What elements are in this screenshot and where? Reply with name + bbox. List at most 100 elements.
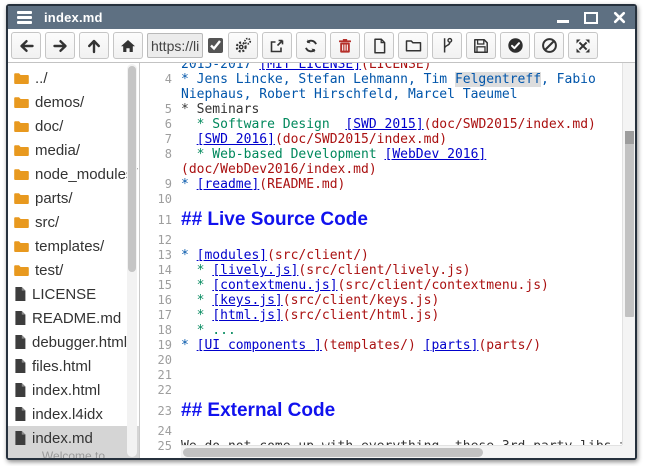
line-content: * Software Design [SWD 2015](doc/SWD2015… (181, 117, 622, 132)
sidebar-item-doc[interactable]: doc/ (8, 114, 139, 138)
line-number: 7 (140, 132, 181, 147)
editor-line-12: 12 (140, 233, 622, 248)
editor-line-10: 10 (140, 192, 622, 207)
editor-line-13: 13* [modules](src/client/) (140, 248, 622, 263)
markdown-editor[interactable]: 2015-2017 [MIT LICENSE](LICENSE)4* Jens … (140, 63, 635, 458)
sidebar-item-readme.md[interactable]: README.md (8, 306, 139, 330)
new-file-button[interactable] (364, 32, 394, 59)
cancel-button[interactable] (534, 32, 564, 59)
line-number: 12 (140, 233, 181, 248)
line-number: 9 (140, 177, 181, 192)
line-content (181, 353, 622, 368)
sidebar-item-files.html[interactable]: files.html (8, 354, 139, 378)
external-link-icon (269, 38, 285, 54)
settings-button[interactable] (228, 32, 258, 59)
sidebar-item-index.l4idx[interactable]: index.l4idx (8, 402, 139, 426)
file-icon (372, 38, 387, 54)
file-label: media/ (35, 142, 80, 159)
editor-vertical-scrollbar-thumb[interactable] (625, 131, 634, 317)
line-number: 20 (140, 353, 181, 368)
title-bar: index.md (8, 6, 635, 29)
folder-icon (13, 239, 30, 254)
maximize-button[interactable] (584, 12, 598, 24)
file-label: test/ (35, 262, 63, 279)
line-content: 2015-2017 [MIT LICENSE](LICENSE) (181, 63, 622, 72)
editor-wrapped-line: Niephaus, Robert Hirschfeld, Marcel Taeu… (140, 87, 622, 102)
line-content: * [lively.js](src/client/lively.js) (181, 263, 622, 278)
line-content (181, 424, 622, 439)
code-area[interactable]: 2015-2017 [MIT LICENSE](LICENSE)4* Jens … (140, 63, 622, 454)
file-label: debugger.html (32, 334, 127, 351)
line-content: * [UI components ](templates/) [parts](p… (181, 338, 622, 353)
minimize-button[interactable] (556, 12, 570, 24)
git-branch-icon (440, 37, 454, 54)
auto-update-checkbox[interactable] (208, 38, 223, 53)
delete-button[interactable] (330, 32, 360, 59)
file-icon (13, 310, 27, 326)
line-content: Niephaus, Robert Hirschfeld, Marcel Taeu… (181, 87, 622, 102)
arrow-left-icon (18, 38, 35, 54)
line-content (181, 233, 622, 248)
sidebar-item-templates[interactable]: templates/ (8, 234, 139, 258)
forward-button[interactable] (45, 32, 75, 59)
home-button[interactable] (113, 32, 143, 59)
back-button[interactable] (11, 32, 41, 59)
sidebar-item-media[interactable]: media/ (8, 138, 139, 162)
url-input[interactable] (147, 33, 203, 58)
gears-icon (234, 37, 252, 54)
sidebar-item-parts[interactable]: parts/ (8, 186, 139, 210)
arrow-up-icon (86, 38, 102, 54)
folder-icon (13, 143, 30, 158)
fullscreen-button[interactable] (568, 32, 598, 59)
line-number: 15 (140, 278, 181, 293)
line-content: * [readme](README.md) (181, 177, 622, 192)
folder-icon (13, 215, 30, 230)
sidebar-item-index.html[interactable]: index.html (8, 378, 139, 402)
accept-button[interactable] (500, 32, 530, 59)
file-icon (13, 430, 27, 446)
sidebar-scrollbar[interactable] (127, 64, 137, 457)
trash-icon (338, 38, 352, 54)
sidebar-item-src[interactable]: src/ (8, 210, 139, 234)
sidebar-item-debugger.html[interactable]: debugger.html (8, 330, 139, 354)
editor-line-7: 7 [SWD 2016](doc/SWD2015/index.md) (140, 132, 622, 147)
floppy-icon (473, 38, 489, 54)
line-content: * [modules](src/client/) (181, 248, 622, 263)
line-number (140, 63, 181, 72)
save-button[interactable] (466, 32, 496, 59)
sidebar-item-demos[interactable]: demos/ (8, 90, 139, 114)
editor-line-11: 11## Live Source Code (140, 207, 622, 233)
line-content: * [contextmenu.js](src/client/contextmen… (181, 278, 622, 293)
line-content: * Seminars (181, 102, 622, 117)
open-external-button[interactable] (262, 32, 292, 59)
menu-icon[interactable] (15, 9, 34, 26)
new-folder-button[interactable] (398, 32, 428, 59)
close-button[interactable] (612, 12, 626, 24)
close-icon (613, 11, 626, 24)
editor-horizontal-scrollbar-thumb[interactable] (183, 448, 483, 457)
line-number: 13 (140, 248, 181, 263)
editor-line-20: 20 (140, 353, 622, 368)
folder-icon (13, 119, 30, 134)
up-button[interactable] (79, 32, 109, 59)
sidebar-item-test[interactable]: test/ (8, 258, 139, 282)
sidebar-item-license[interactable]: LICENSE (8, 282, 139, 306)
folder-icon (13, 95, 30, 110)
sidebar-scrollbar-thumb[interactable] (128, 66, 136, 272)
editor-line-9: 9* [readme](README.md) (140, 177, 622, 192)
sidebar-item-nodemodules[interactable]: node_modules/ (8, 162, 139, 186)
line-number: 22 (140, 383, 181, 398)
sidebar-item-..[interactable]: ../ (8, 66, 139, 90)
file-icon (13, 358, 27, 374)
line-number: 18 (140, 323, 181, 338)
refresh-button[interactable] (296, 32, 326, 59)
sidebar-item-index.md[interactable]: index.md (8, 426, 139, 450)
editor-line-18: 18 * ... (140, 323, 622, 338)
file-icon (13, 382, 27, 398)
editor-horizontal-scrollbar[interactable] (181, 445, 622, 458)
line-number: 11 (140, 207, 181, 233)
file-label: templates/ (35, 238, 104, 255)
editor-vertical-scrollbar[interactable] (622, 63, 635, 445)
versions-button[interactable] (432, 32, 462, 59)
editor-line-19: 19* [UI components ](templates/) [parts]… (140, 338, 622, 353)
